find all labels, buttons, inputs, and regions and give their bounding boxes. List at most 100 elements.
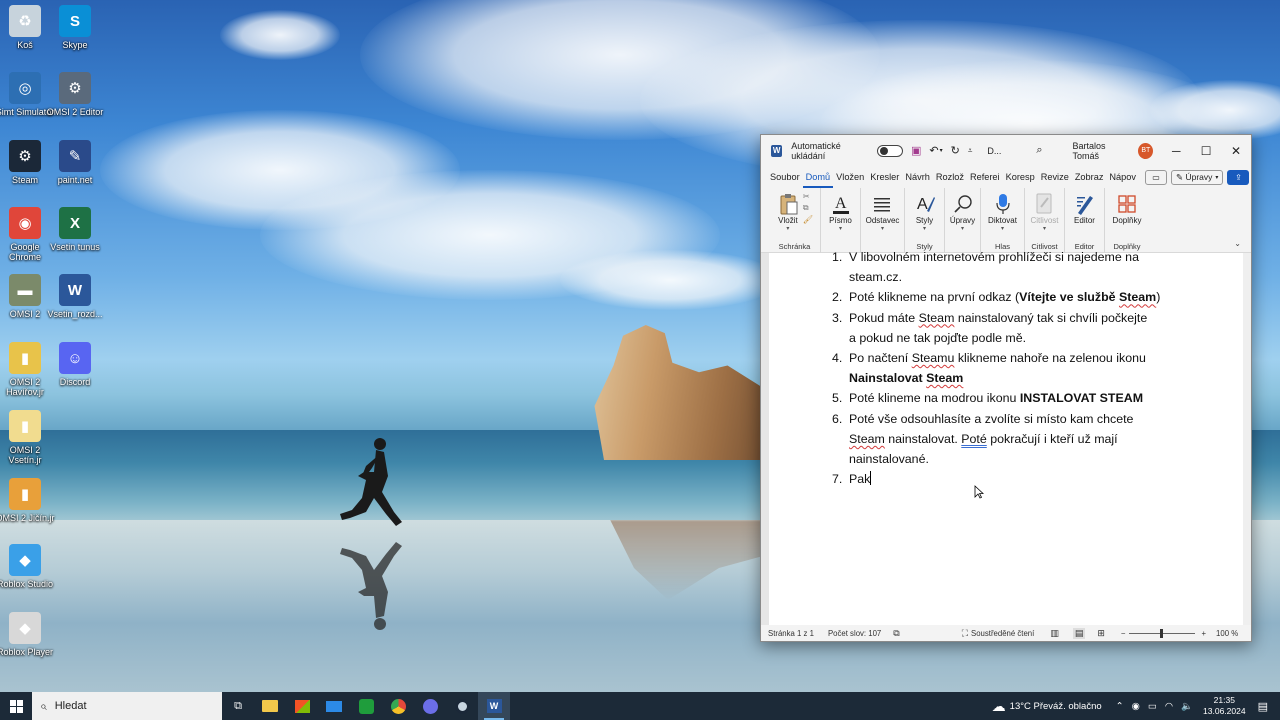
taskbar-store[interactable] xyxy=(286,692,318,720)
collapse-ribbon-icon[interactable]: ⌄ xyxy=(1234,239,1241,248)
undo-icon[interactable]: ↶ xyxy=(929,144,938,157)
tab-reference[interactable]: Referei xyxy=(967,166,1003,188)
document-page[interactable]: 1. V libovolném internetovém prohlížeči … xyxy=(769,250,1243,627)
chevron-down-icon: ▾ xyxy=(1215,174,1219,181)
close-button[interactable]: ✕ xyxy=(1221,135,1251,166)
focus-icon[interactable]: ⛶ xyxy=(962,628,968,639)
autosave-toggle[interactable] xyxy=(876,144,903,157)
word-count[interactable]: Počet slov: 107 xyxy=(828,629,881,638)
paste-button[interactable]: Vložit ▾ xyxy=(776,188,800,232)
task-view-button[interactable]: ⧉ xyxy=(222,692,254,720)
cut-icon[interactable]: ✂ xyxy=(803,192,813,201)
avatar[interactable]: BT xyxy=(1138,142,1154,159)
dictate-button[interactable]: Diktovat ▾ xyxy=(988,188,1017,232)
chevron-down-icon: ▾ xyxy=(786,226,790,232)
desktop-icon-label: OMSI 2 Jičín.jr xyxy=(0,513,55,523)
taskbar-discord[interactable] xyxy=(414,692,446,720)
paragraph-button[interactable]: Odstavec ▾ xyxy=(866,188,899,232)
customize-qat-icon[interactable]: ⩡ xyxy=(968,146,973,156)
start-button[interactable] xyxy=(0,692,32,720)
print-layout-icon[interactable]: ▤ xyxy=(1072,627,1086,639)
steam-tray-icon[interactable]: ◉ xyxy=(1132,701,1140,712)
editing-button[interactable]: Úpravy ▾ xyxy=(950,188,975,232)
list-text: nainstalovaný tak si chvíli počkejte xyxy=(954,310,1148,325)
desktop-icon[interactable]: S Skype xyxy=(45,5,105,50)
weather-text[interactable]: 13°C Převáž. oblačno xyxy=(1010,701,1102,712)
search-icon[interactable]: ⌕ xyxy=(1036,144,1042,157)
tab-korespondence[interactable]: Koresp xyxy=(1003,166,1038,188)
desktop-icon[interactable]: ◆ Roblox Studio xyxy=(0,544,55,589)
taskbar-chrome[interactable] xyxy=(382,692,414,720)
network-icon[interactable]: ◠ xyxy=(1165,701,1173,712)
clock[interactable]: 21:35 13.06.2024 xyxy=(1203,695,1246,717)
taskbar-mail[interactable] xyxy=(318,692,350,720)
tab-soubor[interactable]: Soubor xyxy=(767,166,803,188)
desktop-icon[interactable]: ▮ OMSI 2 Jičín.jr xyxy=(0,478,55,523)
desktop-icon[interactable]: ▮ OMSI 2 Vsetín.jr xyxy=(0,410,55,465)
volume-icon[interactable]: 🔈 xyxy=(1181,701,1193,712)
tab-zobrazeni[interactable]: Zobraz xyxy=(1072,166,1107,188)
share-icon[interactable]: ⇪ xyxy=(1227,169,1250,185)
copy-icon[interactable]: ⧉ xyxy=(803,203,813,213)
read-mode-icon[interactable]: ▥ xyxy=(1050,628,1059,639)
zoom-slider-thumb[interactable] xyxy=(1160,628,1164,638)
chevron-up-icon[interactable]: ⌃ xyxy=(1116,701,1124,712)
taskbar-search[interactable]: ⌕ Hledat xyxy=(32,692,222,720)
tab-domu[interactable]: Domů xyxy=(802,166,834,188)
system-tray: ☁ 13°C Převáž. oblačno ⌃ ◉ ▭ ◠ 🔈 21:35 1… xyxy=(992,692,1280,720)
list-text: ) xyxy=(1156,290,1161,305)
addins-button[interactable]: Doplňky xyxy=(1113,188,1141,225)
save-icon[interactable]: ▣ xyxy=(911,144,921,157)
group-label-schranka: Schránka xyxy=(778,242,811,251)
taskbar-word[interactable]: W xyxy=(478,692,510,720)
redo-icon[interactable]: ↻ xyxy=(951,144,960,157)
format-painter-icon[interactable]: 🖌 xyxy=(803,215,813,224)
styles-button[interactable]: A Styly ▾ xyxy=(913,188,937,232)
editor-button[interactable]: Editor xyxy=(1073,188,1097,225)
sensitivity-button[interactable]: Citlivost ▾ xyxy=(1030,188,1059,232)
minimize-button[interactable]: ─ xyxy=(1161,135,1191,166)
zoom-slider[interactable] xyxy=(1129,628,1196,638)
taskbar-steam[interactable] xyxy=(446,692,478,720)
web-layout-icon[interactable]: ⊞ xyxy=(1097,628,1105,639)
word-window[interactable]: W Automatické ukládání ▣ ↶ ▾ ↻ ⩡ D... ⌕ … xyxy=(760,134,1252,642)
vertical-scrollbar[interactable] xyxy=(1243,253,1251,627)
zoom-in-icon[interactable]: + xyxy=(1201,629,1206,638)
editing-mode-button[interactable]: ✎ Úpravy ▾ xyxy=(1170,169,1224,185)
comments-icon[interactable]: ▭ xyxy=(1144,169,1167,185)
chevron-down-icon: ▾ xyxy=(880,226,884,232)
undo-dropdown-icon[interactable]: ▾ xyxy=(940,147,943,154)
font-button[interactable]: A Písmo ▾ xyxy=(829,188,853,232)
desktop-icon[interactable]: ◆ Roblox Player xyxy=(0,612,55,657)
numbered-list: 1. V libovolném internetovém prohlížeči … xyxy=(825,250,1185,489)
notifications-icon[interactable]: ▤ xyxy=(1258,700,1268,713)
weather-icon[interactable]: ☁ xyxy=(992,698,1006,715)
desktop-icon[interactable]: ✎ paint.net xyxy=(45,140,105,185)
taskbar-xbox[interactable] xyxy=(350,692,382,720)
styles-label: Styly xyxy=(915,216,934,225)
page-count[interactable]: Stránka 1 z 1 xyxy=(768,629,814,638)
proofing-icon[interactable]: ⧉ xyxy=(893,628,899,639)
focus-mode-label[interactable]: Soustředěné čtení xyxy=(971,629,1034,638)
editing-label: Úpravy xyxy=(949,216,976,225)
desktop-icon[interactable]: ☺ Discord xyxy=(45,342,105,387)
zoom-out-icon[interactable]: − xyxy=(1121,629,1126,638)
zoom-level[interactable]: 100 % xyxy=(1216,629,1238,638)
tab-napoveda[interactable]: Nápov xyxy=(1106,166,1139,188)
tab-revize[interactable]: Revize xyxy=(1038,166,1072,188)
desktop-icon[interactable]: W Vsetin_rozd... xyxy=(45,274,105,319)
maximize-button[interactable]: ☐ xyxy=(1191,135,1221,166)
list-text: Poté vše odsouhlasíte a zvolíte si místo… xyxy=(849,411,1134,426)
tab-navrh[interactable]: Návrh xyxy=(902,166,933,188)
tab-kresleni[interactable]: Kresler xyxy=(867,166,902,188)
desktop-icon[interactable]: X Vsetin tunus xyxy=(45,207,105,252)
user-name[interactable]: Bartalos Tomáš xyxy=(1073,141,1131,161)
document-name[interactable]: D... xyxy=(987,146,1001,156)
battery-icon[interactable]: ▭ xyxy=(1148,701,1157,712)
tab-rozlozeni[interactable]: Rozlož xyxy=(933,166,967,188)
desktop-icon[interactable]: ⚙ OMSI 2 Editor xyxy=(45,72,105,117)
taskbar: ⌕ Hledat ⧉ W ☁ 13°C Převáž. oblačno ⌃ ◉ … xyxy=(0,692,1280,720)
taskbar-explorer[interactable] xyxy=(254,692,286,720)
tab-vlozeni[interactable]: Vložen xyxy=(833,166,867,188)
list-text: Poté klineme na modrou ikonu xyxy=(849,391,1020,406)
